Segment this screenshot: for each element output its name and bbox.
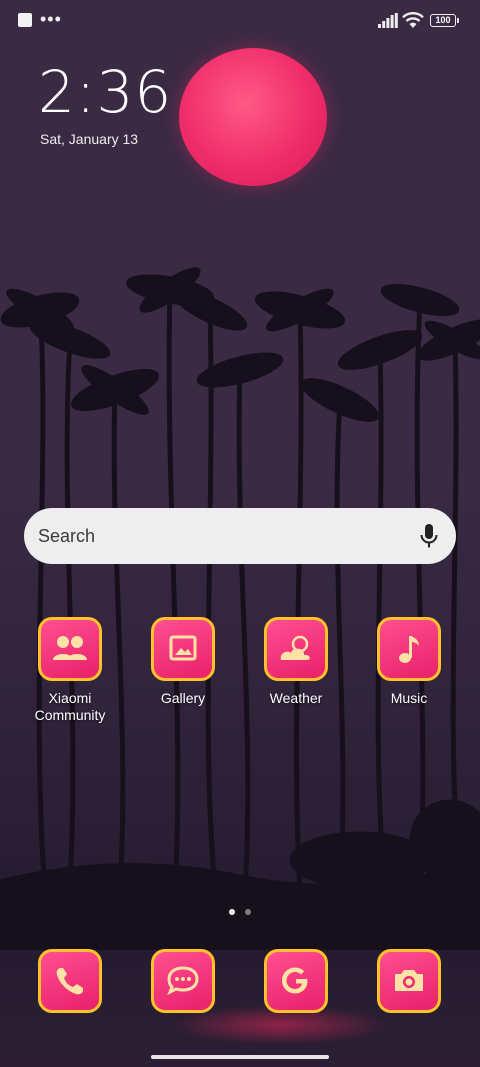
- battery-icon: 100: [430, 14, 459, 27]
- weather-icon: [280, 635, 310, 660]
- music-app-icon[interactable]: [377, 617, 441, 681]
- battery-level: 100: [435, 15, 451, 25]
- home-indicator-bar[interactable]: [151, 1055, 329, 1059]
- notification-square-icon: [18, 13, 32, 27]
- xiaomi-community-app-icon[interactable]: [38, 617, 102, 681]
- camera-app-icon[interactable]: [377, 949, 441, 1013]
- phone-icon: [56, 968, 83, 995]
- google-icon: [282, 967, 308, 994]
- wifi-icon: [402, 12, 424, 28]
- wallpaper-palm-trees: [0, 267, 480, 950]
- gallery-icon: [169, 635, 197, 661]
- clock-time[interactable]: 2:36: [38, 58, 172, 126]
- app-label-music: Music: [354, 690, 464, 707]
- sun-decoration: [179, 48, 327, 186]
- signal-icon: [378, 13, 398, 28]
- page-indicator-dot-active[interactable]: [229, 909, 235, 915]
- search-bar[interactable]: Search: [24, 508, 456, 564]
- camera-icon: [395, 970, 423, 991]
- music-icon: [399, 636, 419, 663]
- gallery-app-icon[interactable]: [151, 617, 215, 681]
- app-label-gallery: Gallery: [128, 690, 238, 707]
- clock-date[interactable]: Sat, January 13: [40, 131, 138, 147]
- app-label-xiaomi-community: Xiaomi Community: [15, 690, 125, 724]
- app-label-line1: Weather: [269, 690, 323, 706]
- app-label-line1: Gallery: [160, 690, 206, 706]
- microphone-icon[interactable]: [418, 522, 440, 550]
- app-label-line2: Community: [34, 707, 106, 723]
- more-dots-icon: •••: [40, 9, 62, 29]
- weather-app-icon[interactable]: [264, 617, 328, 681]
- phone-app-icon[interactable]: [38, 949, 102, 1013]
- community-icon: [53, 636, 87, 660]
- messages-icon: [167, 966, 199, 996]
- status-bar: ••• 100: [0, 0, 480, 42]
- app-label-line1: Xiaomi: [48, 690, 92, 706]
- search-placeholder: Search: [38, 526, 96, 546]
- google-app-icon[interactable]: [264, 949, 328, 1013]
- messages-app-icon[interactable]: [151, 949, 215, 1013]
- page-indicator-dot[interactable]: [245, 909, 251, 915]
- app-label-line1: Music: [390, 690, 428, 706]
- app-label-weather: Weather: [241, 690, 351, 707]
